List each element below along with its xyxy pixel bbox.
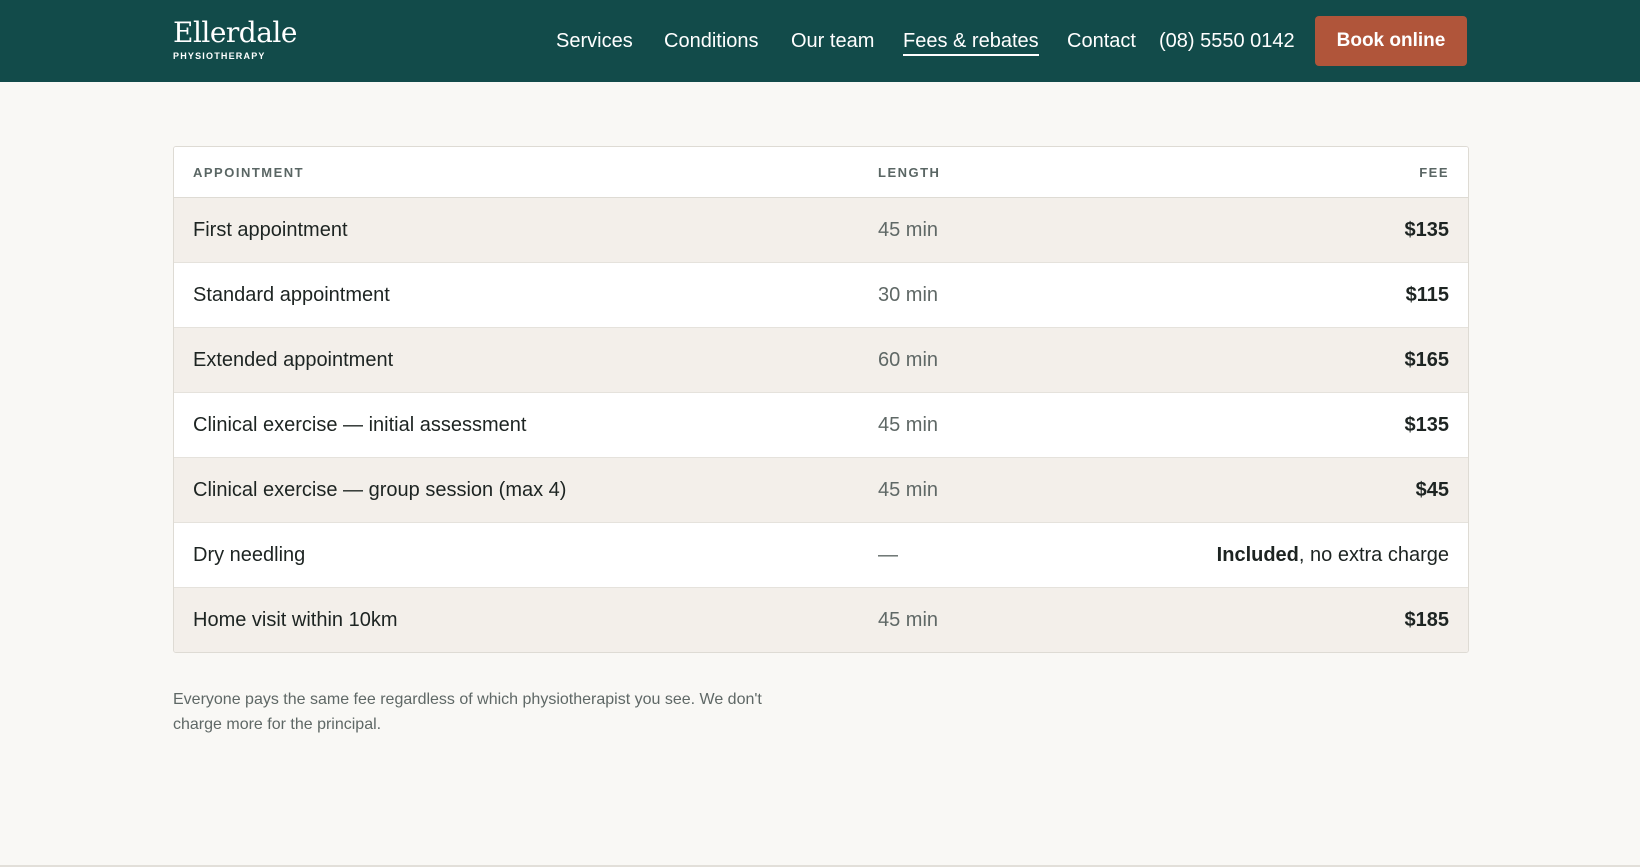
fees-table: APPOINTMENT LENGTH FEE First appointment… — [173, 146, 1469, 653]
table-header: APPOINTMENT LENGTH FEE — [174, 147, 1468, 198]
appointment-length: 30 min — [878, 284, 939, 306]
table-row: Clinical exercise — initial assessment 4… — [174, 393, 1468, 458]
nav-fees-rebates[interactable]: Fees & rebates — [903, 28, 1039, 56]
brand-logo[interactable]: Ellerdale PHYSIOTHERAPY — [173, 17, 297, 62]
phone-number-link[interactable]: (08) 5550 0142 — [1159, 28, 1295, 54]
book-online-button[interactable]: Book online — [1315, 16, 1467, 66]
fee-policy-note: Everyone pays the same fee regardless of… — [173, 691, 762, 733]
appointment-name: Standard appointment — [193, 284, 390, 306]
column-header-fee: FEE — [1419, 165, 1449, 180]
column-header-appointment: APPOINTMENT — [193, 165, 305, 180]
table-row: Extended appointment 60 min $165 — [174, 328, 1468, 393]
appointment-name: Home visit within 10km — [193, 609, 398, 631]
appointment-fee: Included, no extra charge — [1217, 543, 1449, 567]
appointment-length: 45 min — [878, 479, 939, 501]
table-row: Standard appointment 30 min $115 — [174, 263, 1468, 328]
nav-services[interactable]: Services — [556, 28, 633, 54]
appointment-length: 45 min — [878, 609, 939, 631]
brand-subtitle: PHYSIOTHERAPY — [173, 51, 266, 61]
appointment-name: Clinical exercise — initial assessment — [193, 414, 527, 436]
appointment-fee: $45 — [1415, 479, 1449, 501]
appointment-name: Dry needling — [193, 544, 306, 566]
appointment-name: Extended appointment — [193, 349, 394, 371]
nav-conditions[interactable]: Conditions — [664, 28, 759, 54]
table-row: Home visit within 10km 45 min $185 — [174, 588, 1468, 652]
appointment-name: Clinical exercise — group session (max 4… — [193, 479, 567, 501]
appointment-name: First appointment — [193, 219, 348, 241]
table-row: First appointment 45 min $135 — [174, 198, 1468, 263]
appointment-length: — — [878, 544, 898, 566]
fee-included-label: Included — [1216, 544, 1299, 566]
appointment-length: 60 min — [878, 349, 939, 371]
appointment-fee: $135 — [1404, 219, 1450, 241]
nav-contact[interactable]: Contact — [1067, 28, 1136, 54]
appointment-fee: $115 — [1405, 284, 1449, 306]
table-row: Clinical exercise — group session (max 4… — [174, 458, 1468, 523]
appointment-fee: $185 — [1404, 609, 1450, 631]
appointment-fee: $165 — [1404, 349, 1450, 371]
appointment-length: 45 min — [878, 219, 939, 241]
site-header: Ellerdale PHYSIOTHERAPY Services Conditi… — [0, 0, 1640, 82]
column-header-length: LENGTH — [878, 165, 941, 180]
appointment-fee: $135 — [1404, 414, 1450, 436]
fee-included-note: , no extra charge — [1298, 544, 1449, 566]
appointment-length: 45 min — [878, 414, 939, 436]
nav-our-team[interactable]: Our team — [791, 28, 874, 54]
brand-name: Ellerdale — [173, 16, 297, 49]
table-row: Dry needling — Included, no extra charge — [174, 523, 1468, 588]
